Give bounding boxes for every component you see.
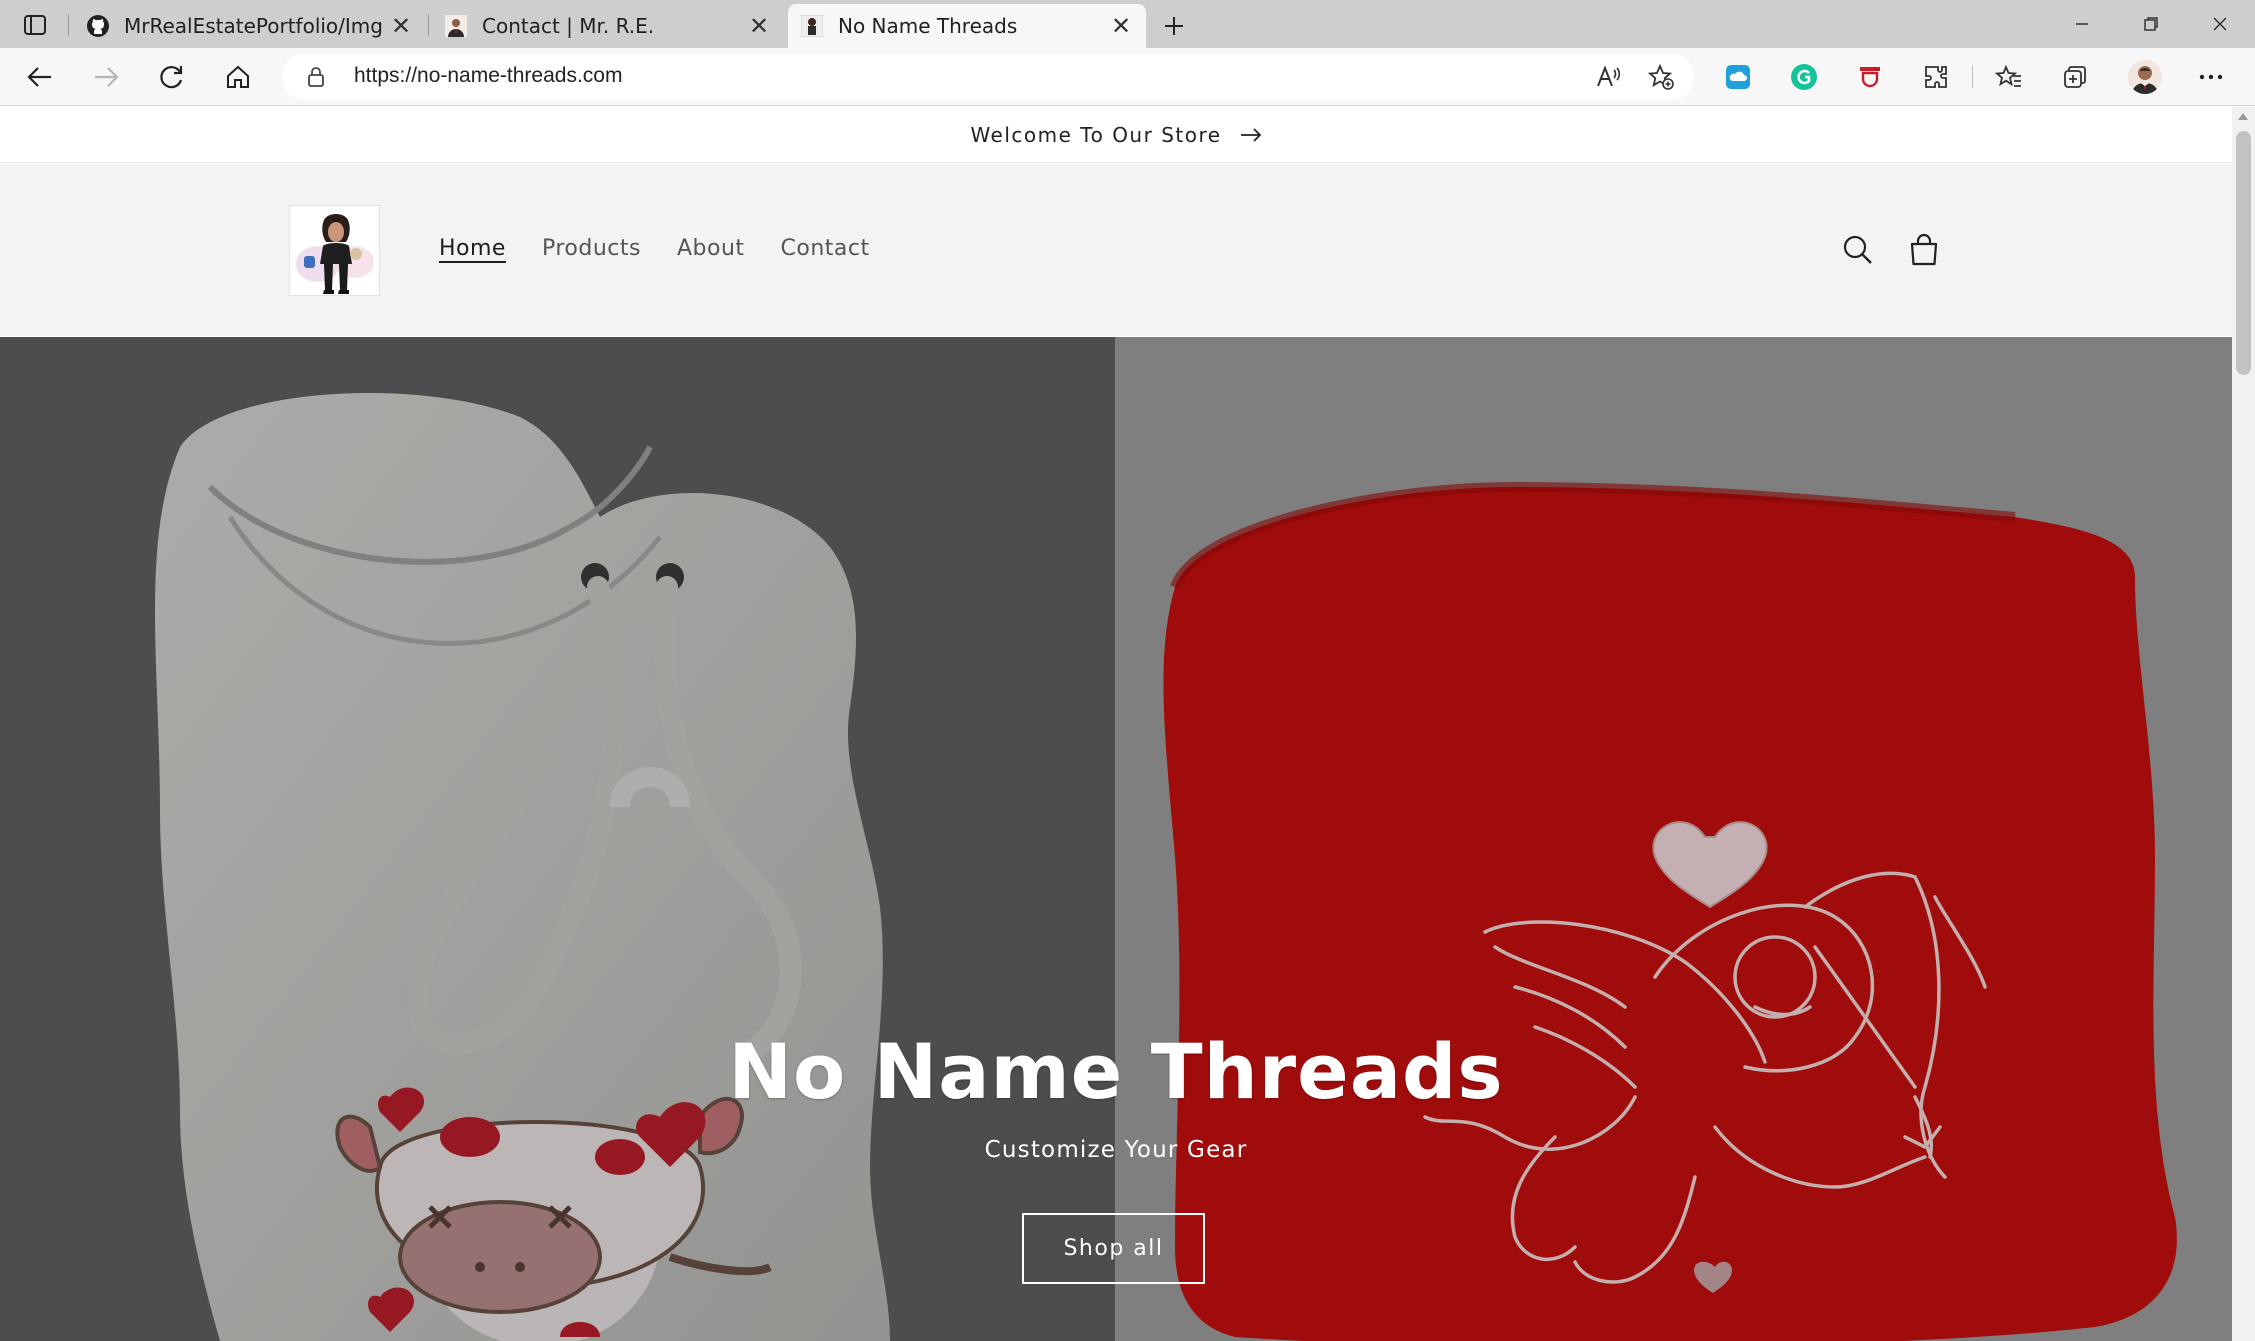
arrow-right-icon	[1240, 127, 1261, 142]
tab-separator	[68, 14, 69, 36]
tab-github[interactable]: MrRealEstatePortfolio/Img at ma ✕	[74, 4, 426, 48]
add-favorite-icon[interactable]	[1646, 63, 1676, 91]
store-logo[interactable]	[289, 205, 380, 296]
browser-toolbar: https://no-name-threads.com	[0, 48, 2255, 106]
site-header: Home Products About Contact	[0, 164, 2232, 336]
profile-avatar[interactable]	[2128, 60, 2162, 94]
page-viewport: Welcome To Our Store Home Products About…	[0, 107, 2232, 1341]
forward-icon	[86, 58, 126, 96]
close-tab-icon[interactable]: ✕	[746, 12, 772, 40]
read-aloud-icon[interactable]	[1594, 63, 1624, 91]
person-photo-icon	[444, 14, 468, 38]
hero-content: No Name Threads Customize Your Gear Shop…	[0, 337, 2232, 1341]
search-icon[interactable]	[1838, 230, 1878, 270]
url-text[interactable]: https://no-name-threads.com	[354, 64, 622, 88]
tab-contact[interactable]: Contact | Mr. R.E. ✕	[432, 4, 784, 48]
close-tab-icon[interactable]: ✕	[1108, 12, 1134, 40]
announcement-bar[interactable]: Welcome To Our Store	[0, 107, 2232, 163]
more-options-icon[interactable]	[2194, 60, 2228, 94]
toolbar-separator	[1972, 66, 1973, 88]
cloud-extension-icon[interactable]	[1721, 60, 1755, 94]
announcement-text[interactable]: Welcome To Our Store	[970, 123, 1221, 147]
close-tab-icon[interactable]: ✕	[388, 12, 414, 40]
shop-all-button[interactable]: Shop all	[1022, 1213, 1205, 1284]
restore-icon[interactable]	[2131, 6, 2171, 42]
menu-item-home[interactable]: Home	[439, 236, 506, 261]
minimize-icon[interactable]	[2062, 6, 2102, 42]
github-icon	[86, 14, 110, 38]
page-scrollbar[interactable]	[2232, 107, 2255, 1341]
refresh-icon[interactable]	[152, 58, 192, 96]
shield-extension-icon[interactable]	[1853, 60, 1887, 94]
tab-title: Contact | Mr. R.E.	[482, 14, 655, 38]
lock-icon[interactable]	[304, 65, 328, 89]
tab-separator	[428, 14, 429, 36]
address-bar[interactable]: https://no-name-threads.com	[282, 54, 1694, 100]
tab-bar: MrRealEstatePortfolio/Img at ma ✕ Contac…	[0, 0, 2255, 48]
collections-icon[interactable]	[2058, 60, 2092, 94]
tab-no-name-threads[interactable]: No Name Threads ✕	[788, 4, 1146, 48]
cart-icon[interactable]	[1904, 230, 1944, 270]
hero-title: No Name Threads	[728, 1027, 1504, 1116]
menu-item-contact[interactable]: Contact	[781, 236, 870, 261]
tab-actions-icon[interactable]	[20, 12, 50, 38]
new-tab-button[interactable]	[1156, 8, 1192, 44]
menu-item-products[interactable]: Products	[542, 236, 641, 261]
grammarly-icon[interactable]	[1787, 60, 1821, 94]
back-icon[interactable]	[20, 58, 60, 96]
home-icon[interactable]	[218, 58, 258, 96]
extensions-icon[interactable]	[1919, 60, 1953, 94]
menu-item-about[interactable]: About	[677, 236, 745, 261]
tab-title: No Name Threads	[838, 14, 1018, 38]
hero-subtitle: Customize Your Gear	[984, 1137, 1248, 1163]
scroll-up-icon[interactable]	[2238, 113, 2248, 120]
scrollbar-thumb[interactable]	[2236, 131, 2251, 375]
store-logo-icon	[800, 14, 824, 38]
hero-banner: No Name Threads Customize Your Gear Shop…	[0, 337, 2232, 1341]
tab-title: MrRealEstatePortfolio/Img at ma	[124, 14, 388, 38]
close-window-icon[interactable]	[2200, 6, 2240, 42]
favorites-icon[interactable]	[1992, 60, 2026, 94]
main-menu: Home Products About Contact	[439, 236, 870, 261]
